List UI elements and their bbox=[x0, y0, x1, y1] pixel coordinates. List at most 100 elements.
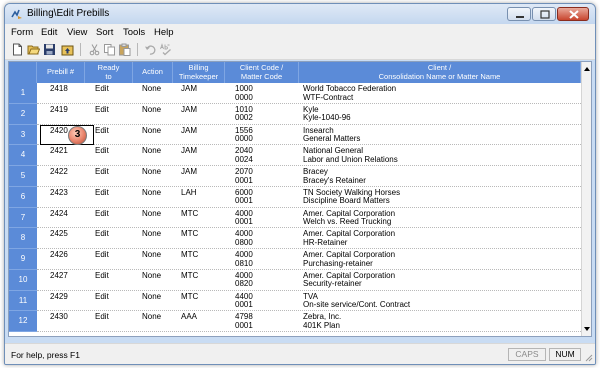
menu-form[interactable]: Form bbox=[11, 27, 33, 38]
matter-name: Discipline Board Matters bbox=[303, 196, 390, 206]
action-cell: None bbox=[142, 291, 162, 301]
prebill-cell: 2423 bbox=[50, 187, 68, 197]
corner-header[interactable] bbox=[9, 62, 37, 83]
resize-grip-icon[interactable] bbox=[583, 352, 593, 362]
prebill-cell: 2420 bbox=[50, 125, 68, 135]
cut-icon[interactable] bbox=[88, 43, 101, 56]
client-name-cell: Amer. Capital Corporation Security-retain… bbox=[303, 271, 395, 289]
menu-edit[interactable]: Edit bbox=[41, 27, 57, 38]
step-callout-badge: 3 bbox=[68, 125, 87, 145]
title-bar[interactable]: Billing\Edit Prebills bbox=[5, 4, 595, 24]
ready-to-cell: Edit bbox=[95, 167, 109, 176]
folder-up-icon[interactable] bbox=[61, 43, 74, 56]
matter-name: Purchasing-retainer bbox=[303, 258, 373, 268]
client-name-cell: Bracey Bracey's Retainer bbox=[303, 167, 366, 185]
vertical-scrollbar[interactable] bbox=[581, 62, 591, 336]
row-header[interactable]: 8 bbox=[9, 228, 37, 249]
table-row[interactable]: 2425 Edit None MTC 4000 0800 Amer. Capital Cor… bbox=[37, 228, 581, 249]
client-matter-code-cell: 4000 0820 bbox=[235, 271, 253, 289]
table-row[interactable]: 2426 Edit None MTC 4000 0810 Amer. Capital Cor… bbox=[37, 249, 581, 270]
ready-to-cell: Edit bbox=[95, 125, 109, 135]
row-header[interactable]: 6 bbox=[9, 186, 37, 208]
status-help-text: For help, press F1 bbox=[11, 350, 80, 360]
matter-name: General Matters bbox=[303, 134, 361, 143]
open-folder-icon[interactable] bbox=[27, 43, 40, 56]
menu-help[interactable]: Help bbox=[154, 27, 174, 38]
matter-code: 0001 bbox=[235, 196, 253, 206]
menu-view[interactable]: View bbox=[67, 27, 87, 38]
table-row[interactable]: 2424 Edit None MTC 4000 0001 Amer. Capital Cor… bbox=[37, 208, 581, 229]
action-cell: None bbox=[142, 84, 162, 93]
copy-icon[interactable] bbox=[103, 43, 116, 56]
row-header[interactable]: 2 bbox=[9, 103, 37, 125]
table-row[interactable]: 2421 Edit None JAM 2040 0024 National General L… bbox=[37, 145, 581, 166]
row-header[interactable]: 9 bbox=[9, 249, 37, 270]
matter-code: 0001 bbox=[235, 217, 253, 226]
minimize-button[interactable] bbox=[507, 7, 531, 21]
scroll-down-icon[interactable] bbox=[583, 325, 591, 333]
client-matter-code-cell: 4000 0810 bbox=[235, 250, 253, 268]
matter-code: 0800 bbox=[235, 237, 253, 247]
column-header-client-name[interactable]: Client / Consolidation Name or Matter Na… bbox=[299, 62, 581, 83]
action-cell: None bbox=[142, 208, 162, 218]
client-matter-code-cell: 4400 0001 bbox=[235, 292, 253, 310]
spell-check-icon[interactable] bbox=[159, 43, 172, 56]
prebill-cell: 2424 bbox=[50, 208, 68, 218]
row-header[interactable]: 5 bbox=[9, 166, 37, 187]
close-icon bbox=[569, 10, 579, 19]
timekeeper-cell: MTC bbox=[181, 250, 199, 259]
row-header[interactable]: 10 bbox=[9, 269, 37, 291]
menu-sort[interactable]: Sort bbox=[96, 27, 113, 38]
table-row[interactable]: 2418 Edit None JAM 1000 0000 World Tobacco Fed… bbox=[37, 83, 581, 104]
paste-icon[interactable] bbox=[118, 43, 131, 56]
menu-bar: Form Edit View Sort Tools Help bbox=[5, 24, 595, 40]
ready-to-cell: Edit bbox=[95, 187, 109, 197]
row-header[interactable]: 7 bbox=[9, 207, 37, 229]
row-header[interactable]: 4 bbox=[9, 145, 37, 166]
action-cell: None bbox=[142, 250, 162, 259]
column-header-timekeeper[interactable]: Billing Timekeeper bbox=[173, 62, 225, 83]
ready-to-cell: Edit bbox=[95, 208, 109, 218]
table-row[interactable]: 2422 Edit None JAM 2070 0001 Bracey Bracey's Re… bbox=[37, 166, 581, 187]
row-header[interactable]: 12 bbox=[9, 311, 37, 332]
column-header-client-matter-code[interactable]: Client Code / Matter Code bbox=[225, 62, 299, 83]
timekeeper-cell: JAM bbox=[181, 146, 197, 156]
column-header-prebill[interactable]: Prebill # bbox=[37, 62, 85, 83]
ready-to-cell: Edit bbox=[95, 146, 109, 156]
prebill-cell: 2419 bbox=[50, 104, 68, 114]
row-header[interactable]: 3 bbox=[9, 124, 37, 146]
action-cell: None bbox=[142, 229, 162, 239]
column-header-action[interactable]: Action bbox=[133, 62, 173, 83]
table-row[interactable]: 2419 Edit None JAM 1010 0002 Kyle Kyle-1040-96 bbox=[37, 104, 581, 125]
client-name-cell: Amer. Capital Corporation Welch vs. Reed … bbox=[303, 209, 395, 227]
app-icon bbox=[11, 9, 22, 19]
table-row[interactable]: 2427 Edit None MTC 4000 0820 Amer. Capital Cor… bbox=[37, 270, 581, 291]
table-row[interactable]: 2430 Edit None AAA 4798 0001 Zebra, Inc. 401K P… bbox=[37, 311, 581, 332]
save-icon[interactable] bbox=[43, 43, 56, 56]
matter-code: 0000 bbox=[235, 134, 253, 143]
close-button[interactable] bbox=[557, 7, 589, 21]
timekeeper-cell: JAM bbox=[181, 125, 197, 135]
matter-code: 0001 bbox=[235, 175, 253, 185]
maximize-button[interactable] bbox=[532, 7, 556, 21]
table-row[interactable]: 2420 Edit None JAM 1556 0000 Insearch General M… bbox=[37, 124, 581, 146]
matter-code: 0024 bbox=[235, 154, 253, 164]
ready-to-cell: Edit bbox=[95, 84, 109, 93]
table-row[interactable]: 2429 Edit None MTC 4400 0001 TVA On-site servic… bbox=[37, 291, 581, 312]
grid-header: Prebill # Ready to Action Billing Timeke… bbox=[9, 62, 581, 83]
column-header-ready-to[interactable]: Ready to bbox=[85, 62, 133, 83]
prebill-cell: 2421 bbox=[50, 146, 68, 156]
menu-tools[interactable]: Tools bbox=[123, 27, 145, 38]
row-header[interactable]: 1 bbox=[9, 83, 37, 104]
ready-to-cell: Edit bbox=[95, 104, 109, 114]
new-document-icon[interactable] bbox=[11, 43, 24, 56]
matter-name: WTF-Contract bbox=[303, 92, 354, 102]
toolbar-separator bbox=[137, 43, 138, 56]
undo-icon[interactable] bbox=[144, 43, 157, 56]
ready-to-cell: Edit bbox=[95, 312, 109, 322]
table-row[interactable]: 2423 Edit None LAH 6000 0001 TN Society Walkin… bbox=[37, 187, 581, 208]
scroll-up-icon[interactable] bbox=[583, 65, 591, 73]
row-header[interactable]: 11 bbox=[9, 290, 37, 312]
prebill-cell: 2422 bbox=[50, 167, 68, 176]
matter-name: Labor and Union Relations bbox=[303, 154, 398, 164]
